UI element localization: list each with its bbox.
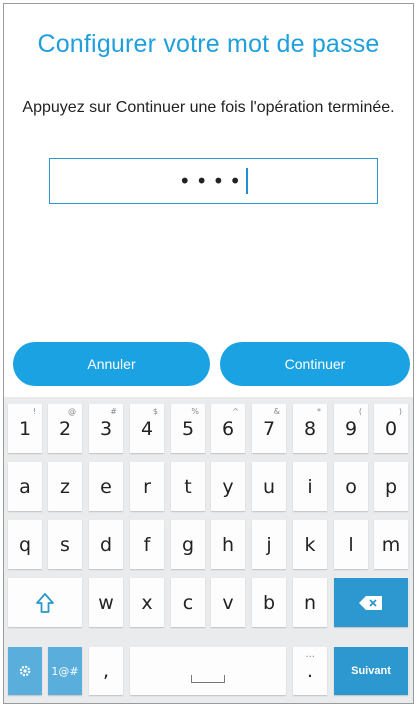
settings-key[interactable]	[8, 647, 42, 695]
key-q[interactable]: q	[8, 520, 42, 569]
key-h[interactable]: h	[211, 520, 245, 569]
period-key[interactable]: ....	[293, 647, 327, 695]
key-7[interactable]: & 7	[252, 404, 286, 453]
symbols-key[interactable]: 1@#	[48, 647, 82, 695]
key-g[interactable]: g	[171, 520, 205, 569]
key-z[interactable]: z	[48, 462, 82, 511]
phone-screen: Configurer votre mot de passe Appuyez su…	[3, 3, 414, 704]
key-x[interactable]: x	[130, 578, 164, 627]
password-input[interactable]: ••••	[49, 158, 378, 204]
key-l[interactable]: l	[334, 520, 368, 569]
key-u[interactable]: u	[252, 462, 286, 511]
key-r[interactable]: r	[130, 462, 164, 511]
page-title: Configurer votre mot de passe	[37, 30, 380, 58]
key-w[interactable]: w	[89, 578, 123, 627]
key-2[interactable]: @2	[48, 404, 82, 453]
on-screen-keyboard: ! 1 @2 #3 $4 % 5 ^ 6 & 7 * 8 (9 ) 0 a z e r t …	[4, 397, 413, 703]
gear-icon	[19, 665, 31, 677]
key-v[interactable]: v	[211, 578, 245, 627]
shift-key[interactable]	[8, 578, 82, 627]
key-o[interactable]: o	[334, 462, 368, 511]
key-5[interactable]: % 5	[171, 404, 205, 453]
password-value: ••••	[178, 169, 247, 193]
key-i[interactable]: i	[293, 462, 327, 511]
text-cursor	[246, 168, 249, 194]
key-3[interactable]: #3	[89, 404, 123, 453]
key-0[interactable]: ) 0	[374, 404, 408, 453]
key-c[interactable]: c	[171, 578, 205, 627]
key-t[interactable]: t	[171, 462, 205, 511]
key-b[interactable]: b	[252, 578, 286, 627]
key-1[interactable]: ! 1	[8, 404, 42, 453]
key-9[interactable]: (9	[334, 404, 368, 453]
key-k[interactable]: k	[293, 520, 327, 569]
shift-arrow-icon	[36, 592, 54, 613]
instruction-text: Appuyez sur Continuer une fois l'opérati…	[22, 99, 395, 116]
key-m[interactable]: m	[374, 520, 408, 569]
key-a[interactable]: a	[8, 462, 42, 511]
key-f[interactable]: f	[130, 520, 164, 569]
spacebar-icon	[191, 675, 225, 683]
key-d[interactable]: d	[89, 520, 123, 569]
comma-key[interactable]: ,	[89, 647, 123, 695]
key-n[interactable]: n	[293, 578, 327, 627]
backspace-icon	[359, 595, 382, 610]
cancel-button[interactable]: Annuler	[13, 342, 210, 386]
next-key[interactable]: Suivant	[334, 647, 408, 695]
key-6[interactable]: ^ 6	[211, 404, 245, 453]
key-y[interactable]: y	[211, 462, 245, 511]
continue-button[interactable]: Continuer	[220, 342, 410, 386]
key-4[interactable]: $4	[130, 404, 164, 453]
key-j[interactable]: j	[252, 520, 286, 569]
backspace-key[interactable]	[334, 578, 408, 627]
spacebar-key[interactable]	[130, 647, 286, 695]
key-e[interactable]: e	[89, 462, 123, 511]
key-s[interactable]: s	[48, 520, 82, 569]
key-8[interactable]: * 8	[293, 404, 327, 453]
key-p[interactable]: p	[374, 462, 408, 511]
